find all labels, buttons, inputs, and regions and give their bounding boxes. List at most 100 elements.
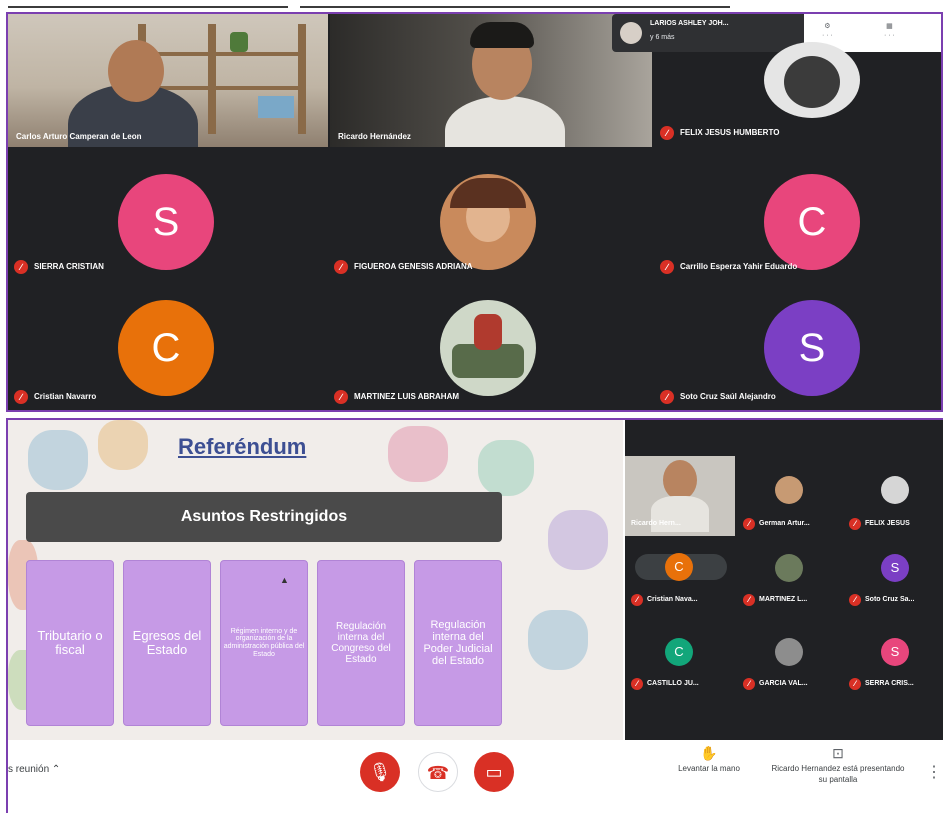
presenting-button[interactable]: ⊡ Ricardo Hernandez está presentando su … xyxy=(768,745,908,785)
shared-slide: Referéndum Asuntos Restringidos Tributar… xyxy=(8,420,623,740)
frame xyxy=(258,96,294,118)
participant-name: CASTILLO JU... xyxy=(647,680,699,687)
hand-icon: ✋ xyxy=(700,745,718,761)
video-tile-ricardo[interactable]: Ricardo Hernández xyxy=(330,14,652,147)
mic-off-icon: ∕ xyxy=(631,678,643,690)
raise-hand-button[interactable]: ✋ Levantar la mano xyxy=(676,745,742,774)
hang-up-icon: ☎ xyxy=(426,763,450,783)
mic-off-icon: ∕ xyxy=(743,678,755,690)
mic-off-icon: ∕ xyxy=(849,678,861,690)
avatar: C xyxy=(665,553,693,581)
participant-name: German Artur... xyxy=(759,520,810,527)
mic-off-icon: ∕ xyxy=(849,594,861,606)
bookshelf xyxy=(208,24,216,134)
participant-name: Ricardo Hern... xyxy=(631,520,681,527)
hand-decoration xyxy=(28,430,88,490)
mic-off-icon: ∕ xyxy=(334,390,348,404)
participant-name: MARTINEZ LUIS ABRAHAM xyxy=(354,392,460,401)
mic-off-icon: 🎙 xyxy=(368,762,392,782)
hand-decoration xyxy=(98,420,148,470)
participant-tile-cristian[interactable]: C ∕ Cristian Nava... xyxy=(625,544,735,614)
mic-off-icon: ∕ xyxy=(14,260,28,274)
participant-tile-garcia[interactable]: ∕ GARCIA VAL... xyxy=(737,628,841,698)
participant-tile-martinez[interactable]: ∕ MARTINEZ L... xyxy=(737,544,841,614)
participant-name: SERRA CRIS... xyxy=(865,680,914,687)
participant-name: Cristian Navarro xyxy=(34,392,97,401)
avatar: S xyxy=(881,638,909,666)
slide-box: Egresos del Estado xyxy=(123,560,211,726)
top-strip xyxy=(0,0,943,12)
layout-icon[interactable]: ▦ · · · xyxy=(884,22,895,40)
avatar-felix xyxy=(764,42,860,118)
plant xyxy=(230,32,248,52)
participant-name: Carrillo Esperza Yahir Eduardo xyxy=(680,262,798,271)
participant-name: SIERRA CRISTIAN xyxy=(34,262,104,271)
cursor-icon: ▲ xyxy=(280,575,289,585)
slide-box: Régimen interno y de organización de la … xyxy=(220,560,308,726)
avatar: C xyxy=(665,638,693,666)
face xyxy=(108,40,164,102)
raised-hand-notification[interactable]: LARIOS ASHLEY JOH... y 6 más xyxy=(612,14,806,52)
participant-tile-serra[interactable]: S ∕ SERRA CRIS... xyxy=(843,628,943,698)
avatar-sierra: S xyxy=(118,174,214,270)
raise-hand-label: Levantar la mano xyxy=(678,764,740,773)
mic-off-icon: ∕ xyxy=(631,594,643,606)
mic-off-icon: ∕ xyxy=(743,518,755,530)
mic-off-icon: ∕ xyxy=(660,390,674,404)
hand-decoration xyxy=(478,440,534,496)
present-screen-icon: ⊡ xyxy=(832,745,844,761)
avatar xyxy=(881,476,909,504)
participant-tile-german[interactable]: ∕ German Artur... xyxy=(737,456,841,536)
mic-off-button[interactable]: 🎙 xyxy=(360,752,400,792)
hair xyxy=(450,178,526,208)
participant-name: Cristian Nava... xyxy=(647,596,698,603)
bookshelf xyxy=(138,52,306,56)
participant-tile-castillo[interactable]: C ∕ CASTILLO JU... xyxy=(625,628,735,698)
leave-call-button[interactable]: ☎ xyxy=(418,752,458,792)
presentation-view-screenshot: Referéndum Asuntos Restringidos Tributar… xyxy=(6,418,943,813)
video-tile-carlos[interactable]: Carlos Arturo Camperan de Leon xyxy=(8,14,328,147)
mic-off-icon: ∕ xyxy=(14,390,28,404)
hand-decoration xyxy=(548,510,608,570)
face xyxy=(663,460,697,500)
participant-name: Soto Cruz Saúl Alejandro xyxy=(680,392,776,401)
avatar-figueroa xyxy=(440,174,536,270)
avatar-carrillo: C xyxy=(764,174,860,270)
avatar-soto: S xyxy=(764,300,860,396)
avatar xyxy=(775,638,803,666)
participant-name: MARTINEZ L... xyxy=(759,596,808,603)
participant-name: FELIX JESUS HUMBERTO xyxy=(680,128,780,137)
mic-off-icon: ∕ xyxy=(743,594,755,606)
avatar-cristian: C xyxy=(118,300,214,396)
participant-sidebar: Ricardo Hern... ∕ German Artur... ∕ FELI… xyxy=(625,420,943,740)
participant-name: Soto Cruz Sa... xyxy=(865,596,915,603)
chevron-up-icon: ⌃ xyxy=(51,764,61,775)
participant-name: Ricardo Hernández xyxy=(338,132,411,141)
slide-header: Asuntos Restringidos xyxy=(26,492,502,542)
bookshelf xyxy=(298,24,306,134)
raised-hand-count: y 6 más xyxy=(650,34,675,41)
gear-icon[interactable]: ⚙ · · · xyxy=(822,22,833,40)
participant-tile-soto[interactable]: S ∕ Soto Cruz Sa... xyxy=(843,544,943,614)
mic-off-icon: ∕ xyxy=(334,260,348,274)
raised-hand-name: LARIOS ASHLEY JOH... xyxy=(650,20,729,27)
photo xyxy=(784,56,840,108)
avatar: S xyxy=(881,554,909,582)
hand-decoration xyxy=(388,426,448,482)
more-options-icon[interactable]: ⋮ xyxy=(926,762,942,782)
participant-name: GARCIA VAL... xyxy=(759,680,808,687)
mic-off-icon: ∕ xyxy=(660,126,674,140)
avatar-martinez xyxy=(440,300,536,396)
slide-title: Referéndum xyxy=(178,434,307,459)
slide-box: Tributario o fiscal xyxy=(26,560,114,726)
participant-tile-ricardo[interactable]: Ricardo Hern... xyxy=(625,456,735,536)
participant-name: FIGUEROA GENESIS ADRIANA xyxy=(354,262,473,271)
person xyxy=(445,96,565,147)
participant-name: FELIX JESUS xyxy=(865,520,910,527)
presenting-label: Ricardo Hernandez está presentando su pa… xyxy=(771,764,905,784)
meeting-details-button[interactable]: s reunión ⌃ xyxy=(8,764,60,775)
mic-off-icon: ∕ xyxy=(660,260,674,274)
participant-tile-felix[interactable]: ∕ FELIX JESUS xyxy=(843,456,943,536)
camera-off-button[interactable]: ▭ xyxy=(474,752,514,792)
meeting-controls-bar: s reunión ⌃ 🎙 ☎ ▭ ✋ Levantar la mano ⊡ R… xyxy=(8,740,943,813)
